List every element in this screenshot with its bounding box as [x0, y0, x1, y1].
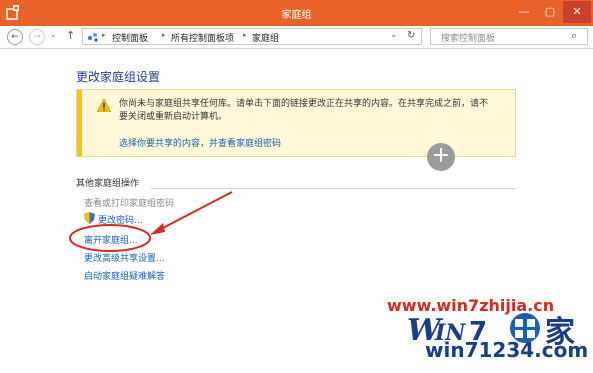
warning-message: 你尚未与家庭组共享任何库。请单击下面的链接更改正在共享的内容。在共享完成之前，请… — [119, 99, 489, 122]
breadcrumb-control-panel[interactable]: 控制面板 — [112, 31, 148, 44]
leave-homegroup-link[interactable]: 离开家庭组... — [84, 233, 138, 246]
back-button[interactable]: ← — [7, 29, 23, 45]
window-title: 家庭组 — [281, 10, 312, 21]
view-print-password-link: 查看或打印家庭组密码 — [84, 199, 175, 209]
address-bar: ← → ⌄ ↑ ▸ 控制面板 ▸ 所有控制面板项 ▸ 家庭组 ⌄ ↻ 搜索控制面… — [0, 26, 593, 49]
breadcrumb-all-items[interactable]: 所有控制面板项 — [171, 31, 234, 44]
add-plus-button[interactable]: + — [427, 143, 455, 171]
search-placeholder: 搜索控制面板 — [441, 34, 496, 44]
choose-share-content-link[interactable]: 选择你要共享的内容，并查看家庭组密码 — [119, 136, 281, 149]
minimize-button[interactable]: — — [511, 1, 537, 23]
page-title: 更改家庭组设置 — [76, 70, 161, 84]
address-path-box[interactable]: ▸ 控制面板 ▸ 所有控制面板项 ▸ 家庭组 ⌄ ↻ — [82, 28, 422, 45]
maximize-button[interactable]: ▢ — [537, 1, 563, 23]
address-dropdown-icon[interactable]: ⌄ — [390, 30, 398, 40]
recent-pages-chevron-icon[interactable]: ⌄ — [50, 30, 57, 39]
up-button[interactable]: ↑ — [66, 29, 75, 42]
title-bar: 家庭组 — ▢ ✕ — [0, 0, 593, 26]
refresh-icon[interactable]: ↻ — [407, 30, 415, 41]
search-input[interactable]: 搜索控制面板 ⌕ — [430, 28, 588, 45]
shield-icon — [84, 212, 95, 224]
search-icon[interactable]: ⌕ — [571, 29, 577, 43]
forward-button[interactable]: → — [29, 29, 45, 45]
warning-icon — [97, 99, 111, 112]
warning-accent-bar — [77, 90, 82, 156]
annotation-arrowhead — [150, 223, 165, 235]
change-password-link[interactable]: 更改密码... — [98, 213, 143, 226]
control-panel-icon — [87, 33, 98, 42]
breadcrumb-homegroup[interactable]: 家庭组 — [252, 31, 279, 44]
watermark-site: win71234.com — [425, 338, 589, 362]
close-button[interactable]: ✕ — [563, 1, 591, 23]
other-actions-heading: 其他家庭组操作 — [76, 179, 140, 189]
advanced-sharing-settings-link[interactable]: 更改高级共享设置... — [84, 251, 165, 264]
section-divider — [151, 188, 516, 189]
homegroup-troubleshooter-link[interactable]: 启动家庭组疑难解答 — [84, 269, 165, 282]
